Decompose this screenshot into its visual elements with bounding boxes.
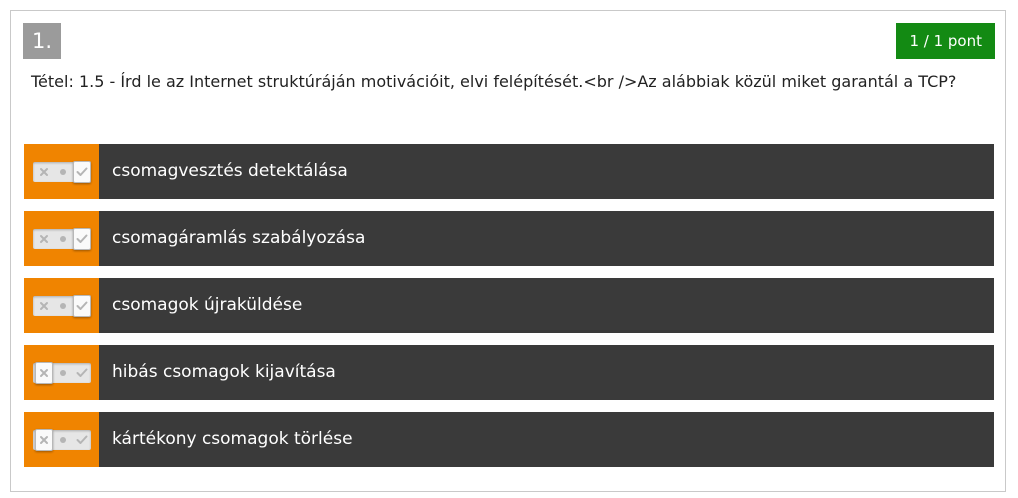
x-icon[interactable] xyxy=(34,428,53,451)
score-badge: 1 / 1 pont xyxy=(896,23,995,59)
toggle-cell xyxy=(24,278,99,333)
option-label: csomagvesztés detektálása xyxy=(112,161,348,181)
question-number: 1. xyxy=(23,23,61,59)
tristate-toggle[interactable] xyxy=(32,227,91,250)
neutral-dot-icon[interactable] xyxy=(55,296,71,316)
toggle-cell xyxy=(24,211,99,266)
answer-option: hibás csomagok kijavítása xyxy=(24,345,994,400)
check-icon[interactable] xyxy=(73,363,91,383)
question-text: Tétel: 1.5 - Írd le az Internet struktúr… xyxy=(31,72,957,91)
neutral-dot-icon[interactable] xyxy=(55,363,71,383)
tristate-toggle[interactable] xyxy=(32,428,91,451)
option-label: kártékony csomagok törlése xyxy=(112,429,353,449)
option-label: csomagáramlás szabályozása xyxy=(112,228,366,248)
toggle-cell xyxy=(24,345,99,400)
check-icon[interactable] xyxy=(72,227,91,250)
check-icon[interactable] xyxy=(73,430,91,450)
x-icon[interactable] xyxy=(35,229,53,249)
answer-option: csomagvesztés detektálása xyxy=(24,144,994,199)
answer-option: csomagáramlás szabályozása xyxy=(24,211,994,266)
check-icon[interactable] xyxy=(72,160,91,183)
option-label: hibás csomagok kijavítása xyxy=(112,362,336,382)
neutral-dot-icon[interactable] xyxy=(55,162,71,182)
x-icon[interactable] xyxy=(35,162,53,182)
tristate-toggle[interactable] xyxy=(32,294,91,317)
question-card: 1. 1 / 1 pont Tétel: 1.5 - Írd le az Int… xyxy=(10,10,1006,492)
option-label: csomagok újraküldése xyxy=(112,295,303,315)
toggle-cell xyxy=(24,144,99,199)
tristate-toggle[interactable] xyxy=(32,361,91,384)
x-icon[interactable] xyxy=(35,296,53,316)
answer-option: csomagok újraküldése xyxy=(24,278,994,333)
x-icon[interactable] xyxy=(34,361,53,384)
neutral-dot-icon[interactable] xyxy=(55,229,71,249)
answer-option: kártékony csomagok törlése xyxy=(24,412,994,467)
neutral-dot-icon[interactable] xyxy=(55,430,71,450)
check-icon[interactable] xyxy=(72,294,91,317)
answer-options: csomagvesztés detektálása csomagáramlás … xyxy=(24,144,994,479)
toggle-cell xyxy=(24,412,99,467)
tristate-toggle[interactable] xyxy=(32,160,91,183)
